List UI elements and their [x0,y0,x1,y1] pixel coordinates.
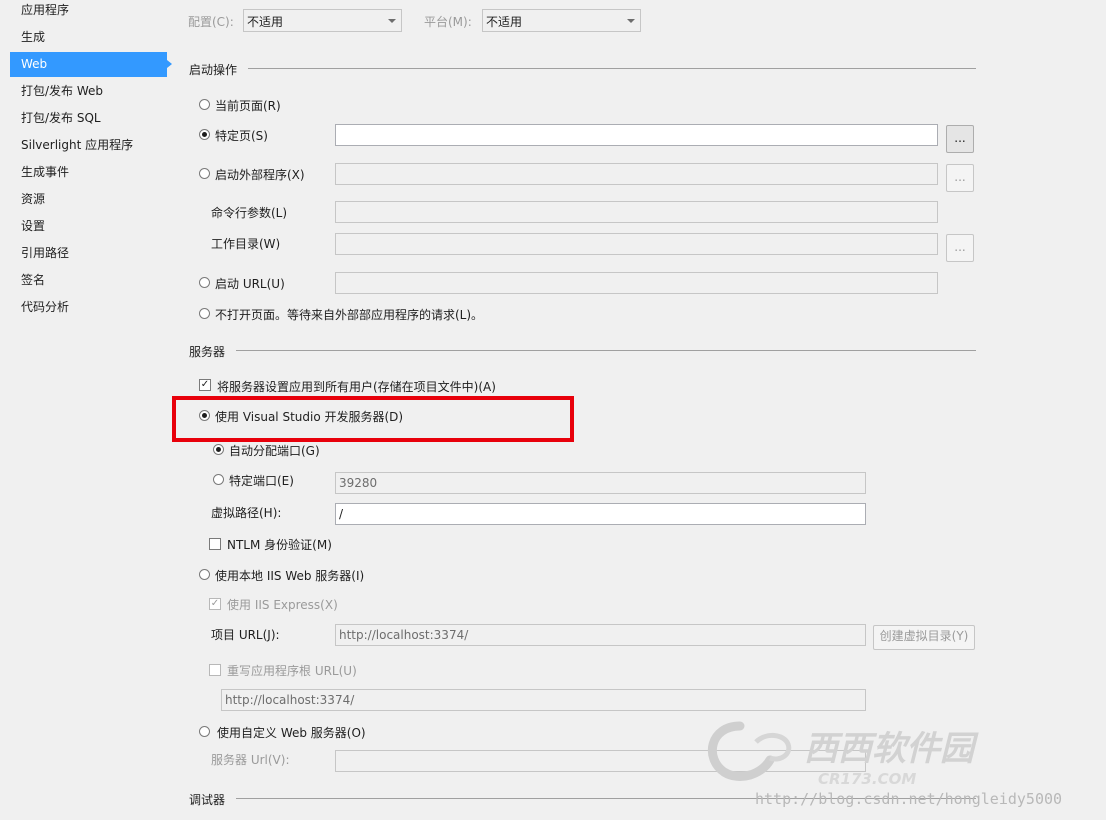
sidebar-item-build[interactable]: 生成 [10,25,167,50]
checkbox-iis-express[interactable]: ✓ [209,598,221,610]
specific-port-input[interactable]: 39280 [335,472,866,494]
section-title-start-action: 启动操作 [189,63,238,77]
virtual-path-input[interactable]: / [335,503,866,525]
sidebar-item-application[interactable]: 应用程序 [10,0,167,23]
sidebar-item-reference-paths[interactable]: 引用路径 [10,241,167,266]
checkbox-apply-all-users[interactable]: ✓ [199,379,211,391]
project-url-label: 项目 URL(J): [211,628,280,642]
project-url-input[interactable]: http://localhost:3374/ [335,624,866,646]
auto-assign-port-label: 自动分配端口(G) [229,444,320,458]
radio-specific-port[interactable] [213,474,224,485]
config-select-value: 不适用 [247,15,284,29]
sidebar-item-silverlight[interactable]: Silverlight 应用程序 [10,133,167,158]
watermark-logo-text: 西西软件园 [804,729,979,769]
external-program-label: 启动外部程序(X) [215,168,305,182]
sidebar-item-resources[interactable]: 资源 [10,187,167,212]
radio-custom-server[interactable] [199,726,210,737]
radio-start-url[interactable] [199,277,210,288]
sidebar-item-build-events[interactable]: 生成事件 [10,160,167,185]
working-dir-input[interactable] [335,233,938,255]
section-title-debugger: 调试器 [189,793,226,807]
override-root-input[interactable]: http://localhost:3374/ [221,689,866,711]
section-divider [248,68,976,69]
platform-label: 平台(M): [424,15,472,29]
custom-server-label: 使用自定义 Web 服务器(O) [217,726,366,740]
section-divider [236,350,976,351]
radio-auto-assign-port[interactable] [213,444,224,455]
chevron-down-icon [627,19,635,23]
start-url-input[interactable] [335,272,938,294]
chevron-down-icon [388,19,396,23]
external-program-input[interactable] [335,163,938,185]
sidebar-item-label: Web [21,57,48,71]
specific-page-label: 特定页(S) [215,129,268,143]
cmd-args-input[interactable] [335,201,938,223]
virtual-path-label: 虚拟路径(H): [211,506,282,520]
create-virtual-dir-button[interactable]: 创建虚拟目录(Y) [873,625,975,650]
watermark-logo: 西西软件园 CR173.COM [707,721,979,788]
sidebar-item-package-sql[interactable]: 打包/发布 SQL [10,106,167,131]
platform-select-value: 不适用 [486,15,523,29]
sidebar-item-settings[interactable]: 设置 [10,214,167,239]
sidebar: 应用程序 生成 Web 打包/发布 Web 打包/发布 SQL Silverli… [0,0,172,820]
radio-specific-page[interactable] [199,129,210,140]
sidebar-item-package-web[interactable]: 打包/发布 Web [10,79,167,104]
radio-local-iis[interactable] [199,569,210,580]
start-url-label: 启动 URL(U) [215,277,285,291]
highlight-annotation-box [172,396,574,442]
browse-external-program-button[interactable]: ... [946,164,974,192]
watermark-loop-shape [754,733,792,762]
apply-all-users-label: 将服务器设置应用到所有用户(存储在项目文件中)(A) [217,380,496,394]
radio-external-program[interactable] [199,168,210,179]
sidebar-item-signing[interactable]: 签名 [10,268,167,293]
current-page-label: 当前页面(R) [215,99,281,113]
dont-open-label: 不打开页面。等待来自外部部应用程序的请求(L)。 [215,308,484,322]
local-iis-label: 使用本地 IIS Web 服务器(I) [215,569,365,583]
watermark-logo-sub: CR173.COM [818,770,916,788]
sidebar-item-code-analysis[interactable]: 代码分析 [10,295,167,320]
watermark-c-shape [707,721,775,781]
ntlm-auth-label: NTLM 身份验证(M) [227,538,332,552]
browse-specific-page-button[interactable]: ... [946,125,974,153]
checkbox-ntlm-auth[interactable] [209,538,221,550]
section-title-servers: 服务器 [189,345,226,359]
cmd-args-label: 命令行参数(L) [211,206,288,220]
watermark-url: http://blog.csdn.net/hongleidy5000 [755,790,1063,808]
radio-dont-open[interactable] [199,308,210,319]
browse-working-dir-button[interactable]: ... [946,234,974,262]
iis-express-label: 使用 IIS Express(X) [227,598,338,612]
override-root-label: 重写应用程序根 URL(U) [227,664,357,678]
server-url-label: 服务器 Url(V): [211,753,290,767]
specific-port-label: 特定端口(E) [229,474,294,488]
checkbox-override-root[interactable] [209,664,221,676]
config-select[interactable]: 不适用 [243,9,402,32]
sidebar-item-web[interactable]: Web [10,52,167,77]
config-label: 配置(C): [188,15,234,29]
working-dir-label: 工作目录(W) [211,237,281,251]
selected-indicator [157,52,172,76]
radio-current-page[interactable] [199,99,210,110]
platform-select[interactable]: 不适用 [482,9,641,32]
specific-page-input[interactable] [335,124,938,146]
